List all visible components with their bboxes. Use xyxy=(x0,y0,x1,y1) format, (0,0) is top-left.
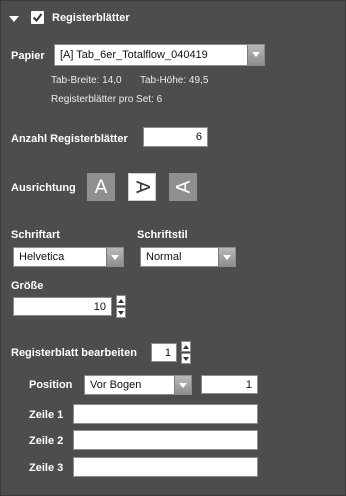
line-1-label: Zeile 1 xyxy=(29,409,64,421)
font-select[interactable]: Helvetica xyxy=(13,247,124,267)
tabs-per-set-info: Registerblätter pro Set: 6 xyxy=(51,94,163,105)
stepper-up-icon[interactable] xyxy=(181,341,191,352)
chevron-down-icon[interactable] xyxy=(106,248,123,266)
tab-width-info: Tab-Breite: 14,0 xyxy=(51,75,122,86)
style-label: Schriftstil xyxy=(137,229,188,241)
orientation-rotate-right-glyph: A xyxy=(131,180,153,194)
line-2-label: Zeile 2 xyxy=(29,435,64,447)
edit-tab-label: Registerblatt bearbeiten xyxy=(11,347,137,359)
chevron-down-icon[interactable] xyxy=(9,14,19,24)
font-label: Schriftart xyxy=(11,229,60,241)
section-title: Registerblätter xyxy=(52,12,130,24)
orientation-normal-glyph: A xyxy=(94,176,108,198)
position-label: Position xyxy=(29,379,73,391)
edit-tab-input[interactable] xyxy=(151,343,177,362)
size-stepper[interactable] xyxy=(116,295,126,318)
stepper-down-icon[interactable] xyxy=(181,353,191,364)
stepper-up-icon[interactable] xyxy=(116,295,126,306)
line-1-input[interactable] xyxy=(73,404,258,424)
position-input[interactable] xyxy=(201,375,258,394)
chevron-down-icon[interactable] xyxy=(247,45,264,65)
chevron-down-icon[interactable] xyxy=(174,376,191,394)
tab-height-info: Tab-Höhe: 49,5 xyxy=(140,75,209,86)
style-select-value: Normal xyxy=(146,251,182,263)
edit-tab-stepper[interactable] xyxy=(181,341,191,364)
orientation-label: Ausrichtung xyxy=(11,182,76,194)
size-label: Größe xyxy=(11,280,44,292)
position-select-value: Vor Bogen xyxy=(90,379,142,391)
tab-count-label: Anzahl Registerblätter xyxy=(11,133,128,145)
orientation-rotate-left-button[interactable]: A xyxy=(169,173,197,201)
paper-label: Papier xyxy=(11,50,45,62)
paper-select-value: [A] Tab_6er_Totalflow_040419 xyxy=(60,49,208,61)
line-2-input[interactable] xyxy=(73,430,258,450)
position-select[interactable]: Vor Bogen xyxy=(84,375,192,395)
paper-select[interactable]: [A] Tab_6er_Totalflow_040419 xyxy=(54,44,265,66)
line-3-label: Zeile 3 xyxy=(29,462,64,474)
stepper-down-icon[interactable] xyxy=(116,307,126,318)
chevron-down-icon[interactable] xyxy=(218,248,235,266)
orientation-normal-button[interactable]: A xyxy=(87,173,115,201)
line-3-input[interactable] xyxy=(73,457,258,477)
font-select-value: Helvetica xyxy=(19,251,65,263)
tab-count-input[interactable] xyxy=(143,127,208,147)
checkbox-checked-icon[interactable] xyxy=(31,11,44,24)
style-select[interactable]: Normal xyxy=(140,247,236,267)
orientation-rotate-left-glyph: A xyxy=(172,180,194,194)
orientation-rotate-right-button[interactable]: A xyxy=(128,173,156,201)
size-input[interactable] xyxy=(13,297,112,316)
